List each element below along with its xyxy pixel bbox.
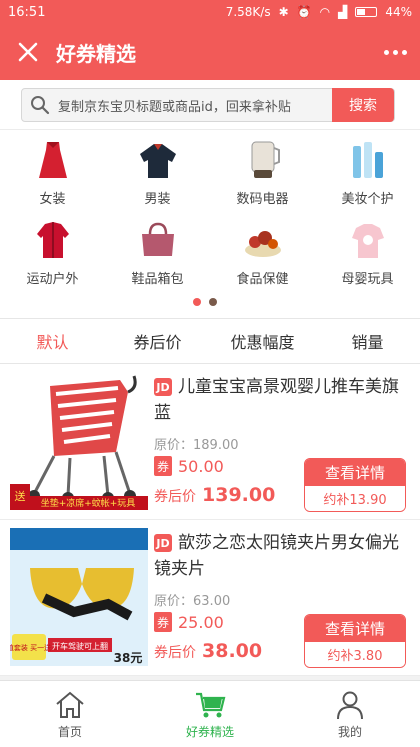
- nav-coupons[interactable]: 好券精选: [140, 681, 280, 747]
- original-price: 原价：189.00: [154, 438, 239, 453]
- category-grid: 女装 男装 数码电器 美妆个护 运动户外 鞋品箱包 食品保健 母婴玩具: [0, 130, 420, 318]
- page-title: 好券精选: [56, 41, 136, 66]
- category-sports[interactable]: 运动户外: [0, 210, 105, 290]
- battery-level: 44%: [385, 5, 412, 19]
- category-beauty[interactable]: 美妆个护: [315, 130, 420, 210]
- search-button[interactable]: 搜索: [332, 88, 394, 122]
- svg-text:超值套装 买一送二: 超值套装 买一送二: [10, 643, 58, 652]
- home-icon: [52, 689, 88, 721]
- category-food[interactable]: 食品保健: [210, 210, 315, 290]
- status-time: 16:51: [8, 4, 46, 20]
- more-dots-icon[interactable]: [370, 24, 420, 80]
- category-bags[interactable]: 鞋品箱包: [105, 210, 210, 290]
- sort-tabs: 默认 券后价 优惠幅度 销量: [0, 318, 420, 364]
- shirt-icon: [136, 138, 180, 182]
- appliance-icon: [241, 138, 285, 182]
- coupon-tag: 券: [154, 612, 172, 632]
- subsidy-amount: 约补3.80: [305, 642, 405, 667]
- bluetooth-icon: ✱: [278, 5, 289, 19]
- dress-icon: [31, 138, 75, 182]
- jacket-icon: [31, 218, 75, 262]
- signal-icon: ▟: [338, 5, 348, 19]
- view-detail-button[interactable]: 查看详情 约补3.80: [304, 614, 406, 668]
- after-coupon-price: 券后价 38.00: [154, 640, 263, 662]
- alarm-icon: ⏰: [296, 5, 312, 19]
- after-coupon-price: 券后价 139.00: [154, 484, 276, 506]
- nav-home[interactable]: 首页: [0, 681, 140, 747]
- user-icon: [332, 689, 368, 721]
- product-title[interactable]: 儿童宝宝高景观婴儿推车美旗蓝: [154, 374, 410, 426]
- title-bar: 好券精选: [0, 24, 420, 80]
- category-men[interactable]: 男装: [105, 130, 210, 210]
- food-icon: [241, 218, 285, 262]
- tab-default[interactable]: 默认: [0, 319, 105, 363]
- nav-mine[interactable]: 我的: [280, 681, 420, 747]
- product-image-stroller[interactable]: 送 坐垫+凉席+蚊帐+玩具: [10, 372, 148, 510]
- tab-sales[interactable]: 销量: [315, 319, 420, 363]
- tab-discount[interactable]: 优惠幅度: [210, 319, 315, 363]
- search-input[interactable]: 复制京东宝贝标题或商品id，回来拿补贴: [58, 96, 332, 115]
- cart-icon: [192, 689, 228, 721]
- bottom-nav: 首页 好券精选 我的: [0, 680, 420, 747]
- original-price: 原价：63.00: [154, 594, 231, 609]
- coupon-amount: 券 50.00: [154, 456, 224, 476]
- product-title[interactable]: 歆莎之恋太阳镜夹片男女偏光镜夹片: [154, 530, 410, 582]
- tab-after-coupon-price[interactable]: 券后价: [105, 319, 210, 363]
- category-women[interactable]: 女装: [0, 130, 105, 210]
- close-icon[interactable]: [0, 24, 56, 80]
- network-speed: 7.58K/s: [225, 5, 271, 19]
- status-bar: 16:51 7.58K/s ✱ ⏰ ◠ ▟ 44%: [0, 0, 420, 24]
- cosmetics-icon: [346, 138, 390, 182]
- pager-dot[interactable]: [209, 298, 217, 306]
- view-detail-button[interactable]: 查看详情 约补13.90: [304, 458, 406, 512]
- category-pager: [193, 298, 217, 306]
- search-bar: 复制京东宝贝标题或商品id，回来拿补贴 搜索: [0, 80, 420, 130]
- svg-text:开车驾驶可上翻: 开车驾驶可上翻: [52, 641, 108, 651]
- product-card[interactable]: 超值套装 买一送二 开车驾驶可上翻 38元 JD 歆莎之恋太阳镜夹片男女偏光镜夹…: [0, 520, 420, 676]
- wifi-icon: ◠: [319, 5, 331, 19]
- category-baby[interactable]: 母婴玩具: [315, 210, 420, 290]
- baby-icon: [346, 218, 390, 262]
- pager-dot-active[interactable]: [193, 298, 201, 306]
- handbag-icon: [136, 218, 180, 262]
- battery-icon: [355, 7, 378, 17]
- coupon-tag: 券: [154, 456, 172, 476]
- svg-text:38元: 38元: [114, 651, 143, 665]
- subsidy-amount: 约补13.90: [305, 486, 405, 511]
- product-card[interactable]: 送 坐垫+凉席+蚊帐+玩具 JD 儿童宝宝高景观婴儿推车美旗蓝 原价：189.0…: [0, 364, 420, 520]
- category-digital[interactable]: 数码电器: [210, 130, 315, 210]
- product-image-sunglasses[interactable]: 超值套装 买一送二 开车驾驶可上翻 38元: [0, 528, 148, 666]
- search-icon: [22, 88, 58, 122]
- svg-text:坐垫+凉席+蚊帐+玩具: 坐垫+凉席+蚊帐+玩具: [41, 497, 136, 509]
- coupon-amount: 券 25.00: [154, 612, 224, 632]
- svg-text:送: 送: [15, 489, 26, 503]
